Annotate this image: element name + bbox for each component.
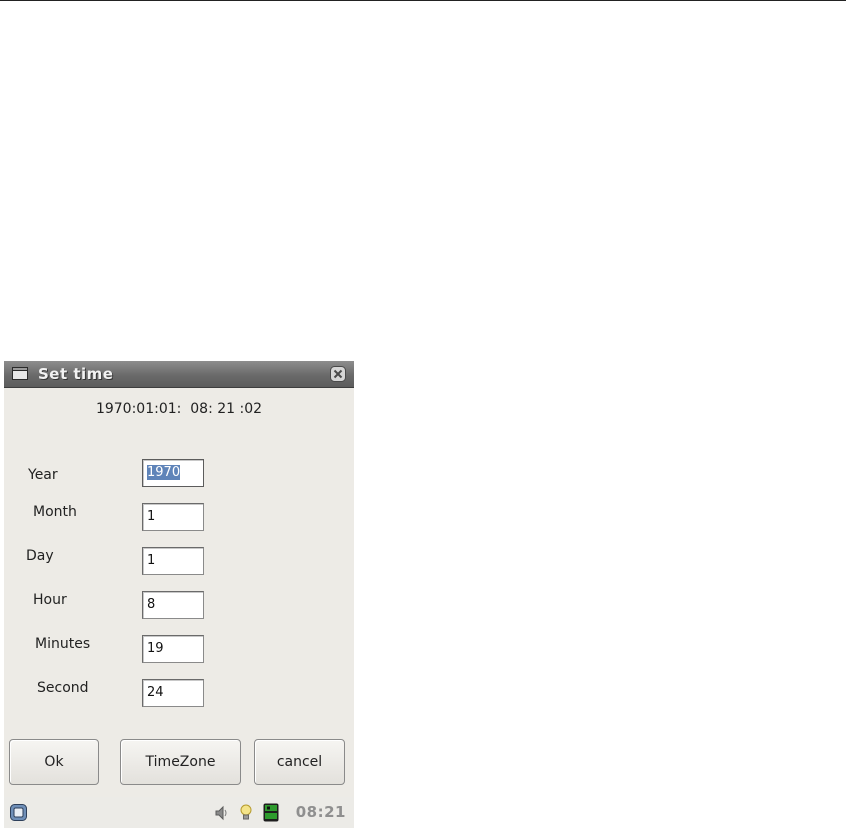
speaker-icon[interactable]: [214, 805, 229, 821]
second-label: Second: [37, 680, 89, 696]
day-input[interactable]: 1: [142, 547, 204, 575]
day-label: Day: [26, 548, 54, 564]
hour-value: 8: [147, 597, 156, 612]
month-input[interactable]: 1: [142, 503, 204, 531]
screen-top-border: [0, 0, 846, 1]
current-datetime: 1970:01:01: 08: 21 :02: [95, 401, 263, 417]
lightbulb-icon[interactable]: [240, 804, 252, 822]
day-value: 1: [147, 553, 156, 568]
second-value: 24: [147, 685, 164, 700]
timezone-button[interactable]: TimeZone: [120, 739, 241, 785]
minutes-label: Minutes: [35, 636, 91, 652]
ok-button[interactable]: Ok: [9, 739, 99, 785]
hour-input[interactable]: 8: [142, 591, 204, 619]
month-label: Month: [33, 504, 77, 520]
year-value: 1970: [147, 465, 181, 480]
battery-icon[interactable]: [263, 803, 279, 822]
set-time-dialog: Set time 1970:01:01: 08: 21 :02 Year 197…: [4, 361, 354, 828]
year-input[interactable]: 1970: [142, 459, 204, 487]
hour-label: Hour: [33, 592, 67, 608]
title-bar[interactable]: Set time: [4, 361, 354, 388]
taskbar: 08:21: [4, 797, 354, 828]
second-input[interactable]: 24: [142, 679, 204, 707]
month-value: 1: [147, 509, 156, 524]
minutes-value: 19: [147, 641, 164, 656]
minutes-input[interactable]: 19: [142, 635, 204, 663]
taskbar-clock[interactable]: 08:21: [296, 803, 346, 821]
window-icon: [12, 367, 28, 380]
menu-icon[interactable]: [10, 804, 27, 821]
close-icon[interactable]: [330, 366, 346, 382]
window-title: Set time: [38, 365, 114, 383]
year-label: Year: [28, 467, 58, 483]
cancel-button[interactable]: cancel: [254, 739, 345, 785]
